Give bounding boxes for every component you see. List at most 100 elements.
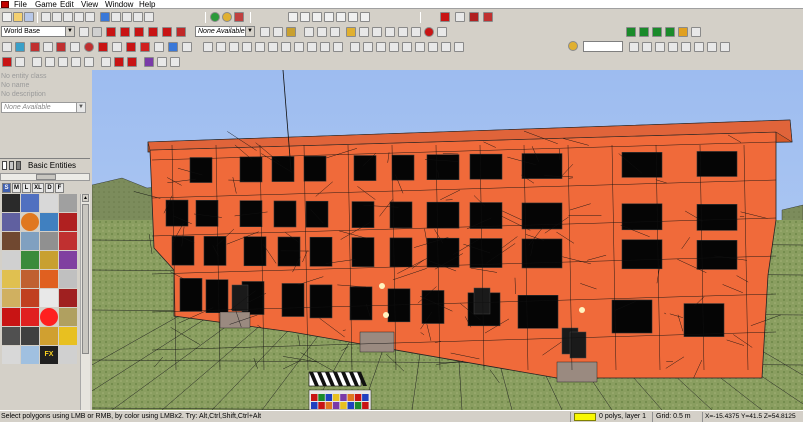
size-xl-button[interactable]: XL [32,183,44,193]
entity-armor-icon[interactable] [21,308,39,326]
entity-box-icon[interactable] [40,194,58,212]
layer-6-icon[interactable] [691,27,701,37]
tool-f-icon[interactable] [372,27,382,37]
world-select[interactable]: World Base ▼ [1,26,75,37]
t3-q-icon[interactable] [255,42,265,52]
t3-a-icon[interactable] [30,42,40,52]
t3-ag-icon[interactable] [629,42,639,52]
t3-h-icon[interactable] [126,42,136,52]
t4-f-icon[interactable] [71,57,81,67]
select-icon[interactable] [79,27,89,37]
copy-icon[interactable] [41,12,51,22]
t3-ae-icon[interactable] [441,42,451,52]
entity-rock-icon[interactable] [40,232,58,250]
t3-ah-icon[interactable] [642,42,652,52]
t3-l-icon[interactable] [182,42,192,52]
frame-icon[interactable] [144,12,154,22]
menu-file[interactable]: File [14,0,27,9]
menu-help[interactable]: Help [139,0,155,9]
entity-pickup-icon[interactable] [59,289,77,307]
entity-sky-icon[interactable] [21,232,39,250]
tool-e-icon[interactable] [359,27,369,37]
entity-tree-icon[interactable] [21,251,39,269]
scroll-thumb[interactable] [82,204,89,354]
entity-grenade-icon[interactable] [40,327,58,345]
viewport-3d[interactable] [92,70,803,410]
tool-c-icon[interactable] [330,27,340,37]
entity-ammo-icon[interactable] [59,308,77,326]
t3-f-icon[interactable] [98,42,108,52]
t4-l-icon[interactable] [157,57,167,67]
arrows-icon[interactable] [15,42,25,52]
scroll-thumb[interactable] [36,174,56,180]
entity-particle-icon[interactable] [59,213,77,231]
layer-4-icon[interactable] [665,27,675,37]
t4-i-icon[interactable] [114,57,124,67]
unlink-icon[interactable] [273,27,283,37]
tool-d-icon[interactable] [346,27,356,37]
save-icon[interactable] [24,12,34,22]
paste-icon[interactable] [52,12,62,22]
view-4-icon[interactable] [324,12,334,22]
layer-5-icon[interactable] [678,27,688,37]
entity-misc-icon[interactable] [59,346,77,364]
size-d-button[interactable]: D [45,183,54,193]
view-7-icon[interactable] [360,12,370,22]
layer-1-icon[interactable] [626,27,636,37]
t4-g-icon[interactable] [84,57,94,67]
t3-ab-icon[interactable] [402,42,412,52]
entity-lamp-icon[interactable] [40,251,58,269]
red-tool-6-icon[interactable] [176,27,186,37]
entity-wrench-icon[interactable] [59,270,77,288]
view-2-icon[interactable] [300,12,310,22]
list-swatch-3[interactable] [16,161,21,170]
t3-s-icon[interactable] [281,42,291,52]
layer-color-swatch[interactable] [574,413,596,421]
entity-fire-icon[interactable] [21,270,39,288]
redo-icon[interactable] [85,12,95,22]
t3-c-icon[interactable] [56,42,66,52]
menu-view[interactable]: View [81,0,98,9]
t4-b-icon[interactable] [15,57,25,67]
t4-a-icon[interactable] [2,57,12,67]
tool-b-icon[interactable] [317,27,327,37]
open-icon[interactable] [13,12,23,22]
t3-g-icon[interactable] [112,42,122,52]
entity-tool-icon[interactable] [59,194,77,212]
t3-ad-icon[interactable] [428,42,438,52]
pointer-icon[interactable] [2,42,12,52]
menu-game[interactable]: Game [35,0,57,9]
entity-dropdown[interactable]: None Available ▼ [1,102,86,113]
red-tool-2-icon[interactable] [120,27,130,37]
brush-icon[interactable] [100,12,110,22]
entity-key-icon[interactable] [59,327,77,345]
entity-water-icon[interactable] [40,213,58,231]
tool-a-icon[interactable] [304,27,314,37]
t3-b-icon[interactable] [43,42,53,52]
t4-c-icon[interactable] [32,57,42,67]
entity-horizontal-scrollbar[interactable] [0,173,90,181]
t4-d-icon[interactable] [45,57,55,67]
size-m-button[interactable]: M [12,183,21,193]
new-icon[interactable] [2,12,12,22]
view-6-icon[interactable] [348,12,358,22]
entity-sun-icon[interactable] [21,213,39,231]
view-1-icon[interactable] [288,12,298,22]
t4-m-icon[interactable] [170,57,180,67]
palette-icon[interactable] [469,12,479,22]
t3-n-icon[interactable] [216,42,226,52]
record-icon[interactable] [440,12,450,22]
red-tool-1-icon[interactable] [106,27,116,37]
red-tool-3-icon[interactable] [134,27,144,37]
globe-icon[interactable] [210,12,220,22]
entity-marker-icon[interactable] [59,232,77,250]
views-icon[interactable] [133,12,143,22]
t3-aa-icon[interactable] [389,42,399,52]
t3-y-icon[interactable] [363,42,373,52]
entity-fx-icon[interactable]: FX [40,346,58,364]
t3-z-icon[interactable] [376,42,386,52]
menu-edit[interactable]: Edit [60,0,74,9]
t3-ai-icon[interactable] [655,42,665,52]
group-icon[interactable] [286,27,296,37]
tiles-icon[interactable] [483,12,493,22]
